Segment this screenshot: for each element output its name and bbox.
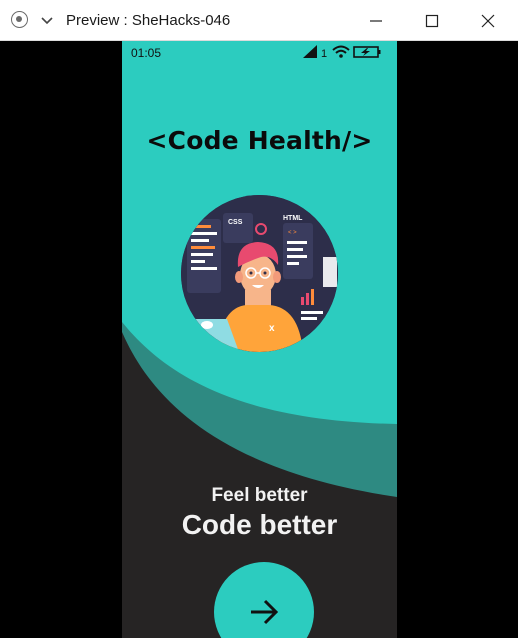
phone-screen: 01:05 1 <Code Health/> CSS HTML < > x Fe… — [122, 41, 397, 638]
window-titlebar: Preview : SheHacks-046 — [0, 0, 518, 41]
sim-label: 1 — [321, 48, 327, 60]
minimize-icon — [370, 19, 382, 22]
subline: Code better — [181, 509, 338, 540]
developer-illustration: CSS HTML < > x — [181, 195, 338, 352]
code-tag-label: < > — [288, 230, 297, 236]
html-label: HTML — [283, 215, 303, 222]
status-icons: 1 — [303, 45, 381, 60]
battery-icon — [353, 46, 381, 58]
record-icon[interactable] — [11, 11, 28, 28]
close-icon — [481, 14, 495, 27]
tagline: Feel better — [211, 485, 308, 506]
shirt-mark: x — [269, 323, 275, 334]
app-headline: <Code Health/> — [146, 126, 373, 155]
developer-avatar: CSS HTML < > x — [181, 195, 338, 352]
chevron-down-icon[interactable] — [40, 13, 54, 27]
close-button[interactable] — [460, 0, 516, 41]
window-title: Preview : SheHacks-046 — [66, 12, 231, 29]
maximize-button[interactable] — [404, 0, 460, 41]
css-label: CSS — [228, 219, 243, 226]
minimize-button[interactable] — [348, 0, 404, 41]
wifi-icon — [332, 45, 350, 58]
arrow-right-icon — [251, 599, 279, 625]
maximize-icon — [425, 14, 439, 27]
signal-icon — [303, 45, 317, 58]
status-time: 01:05 — [131, 46, 162, 60]
status-bar: 01:05 1 — [122, 41, 397, 63]
